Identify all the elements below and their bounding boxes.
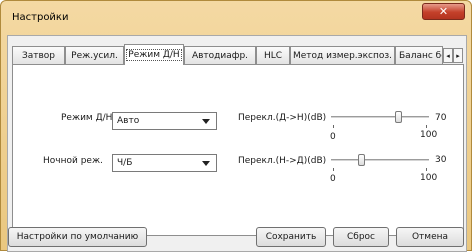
tab-shutter[interactable]: Затвор — [12, 46, 65, 64]
tab-label: Реж.усил. — [71, 50, 118, 61]
day-to-night-max: 100 — [420, 130, 438, 140]
slider-thumb[interactable] — [358, 154, 365, 166]
title-bar[interactable]: Настройки ✕ — [1, 1, 471, 35]
select-value: Авто — [117, 116, 140, 126]
reset-button[interactable]: Сброс — [333, 227, 389, 247]
night-to-day-min: 0 — [330, 174, 336, 184]
tab-label: Метод измер.экспоз. — [292, 50, 393, 61]
dropdown-arrow-icon — [202, 119, 210, 124]
day-to-night-slider[interactable] — [331, 111, 429, 135]
slider-thumb[interactable] — [395, 111, 402, 123]
slider-track — [331, 116, 429, 118]
night-to-day-value: 30 — [435, 155, 447, 165]
day-night-panel: Режим Д/Н Авто Ночной реж. Ч/Б Перекл.(Д… — [12, 64, 464, 236]
select-value: Ч/Б — [117, 158, 133, 168]
tab-day-night[interactable]: Режим Д/Н — [124, 44, 184, 65]
tab-label: HLC — [263, 50, 283, 61]
tab-label: Автодиафр. — [191, 50, 249, 61]
chevron-right-icon: ▸ — [456, 51, 460, 60]
tab-hlc[interactable]: HLC — [256, 46, 290, 64]
button-label: Сброс — [346, 232, 375, 242]
slider-tick-max — [426, 125, 427, 128]
tab-label: Баланс бел. — [399, 50, 442, 61]
tab-scroll-arrows: ◂ ▸ — [443, 48, 464, 63]
slider-tick-min — [333, 168, 334, 171]
tab-label: Режим Д/Н — [126, 49, 182, 61]
cancel-button[interactable]: Отмена — [396, 227, 464, 247]
tab-gain-mode[interactable]: Реж.усил. — [65, 46, 124, 64]
night-to-day-max: 100 — [420, 173, 438, 183]
tab-scroll-left-button[interactable]: ◂ — [443, 48, 453, 63]
settings-window: Настройки ✕ Затвор Реж.усил. Режим Д/Н А… — [0, 0, 472, 252]
day-to-night-label: Перекл.(Д->Н)(dB) — [238, 113, 327, 123]
tab-white-balance[interactable]: Баланс бел. — [395, 46, 443, 64]
day-to-night-value: 70 — [435, 113, 447, 123]
night-to-day-slider[interactable] — [331, 154, 429, 178]
close-icon: ✕ — [438, 5, 449, 18]
tab-scroll-right-button[interactable]: ▸ — [453, 48, 463, 63]
night-mode-label: Ночной реж. — [43, 156, 103, 166]
close-button[interactable]: ✕ — [422, 3, 465, 20]
save-button[interactable]: Сохранить — [256, 227, 326, 247]
tab-auto-iris[interactable]: Автодиафр. — [184, 46, 256, 64]
window-title: Настройки — [12, 12, 69, 23]
tab-strip: Затвор Реж.усил. Режим Д/Н Автодиафр. HL… — [12, 44, 464, 65]
button-label: Настройки по умолчанию — [16, 232, 139, 242]
defaults-button[interactable]: Настройки по умолчанию — [8, 227, 147, 247]
slider-tick-max — [426, 168, 427, 171]
dialog-client-area: Затвор Реж.усил. Режим Д/Н Автодиафр. HL… — [7, 35, 467, 252]
night-mode-select[interactable]: Ч/Б — [112, 154, 217, 172]
chevron-left-icon: ◂ — [446, 51, 450, 60]
slider-tick-min — [333, 125, 334, 128]
tab-label: Затвор — [21, 50, 56, 61]
tab-metering[interactable]: Метод измер.экспоз. — [290, 46, 395, 64]
day-night-mode-select[interactable]: Авто — [112, 112, 217, 130]
dropdown-arrow-icon — [202, 161, 210, 166]
day-night-mode-label: Режим Д/Н — [61, 113, 113, 123]
night-to-day-label: Перекл.(Н->Д)(dB) — [238, 156, 327, 166]
button-label: Отмена — [411, 232, 449, 242]
button-label: Сохранить — [265, 232, 317, 242]
day-to-night-min: 0 — [330, 132, 336, 142]
slider-track — [331, 159, 429, 161]
